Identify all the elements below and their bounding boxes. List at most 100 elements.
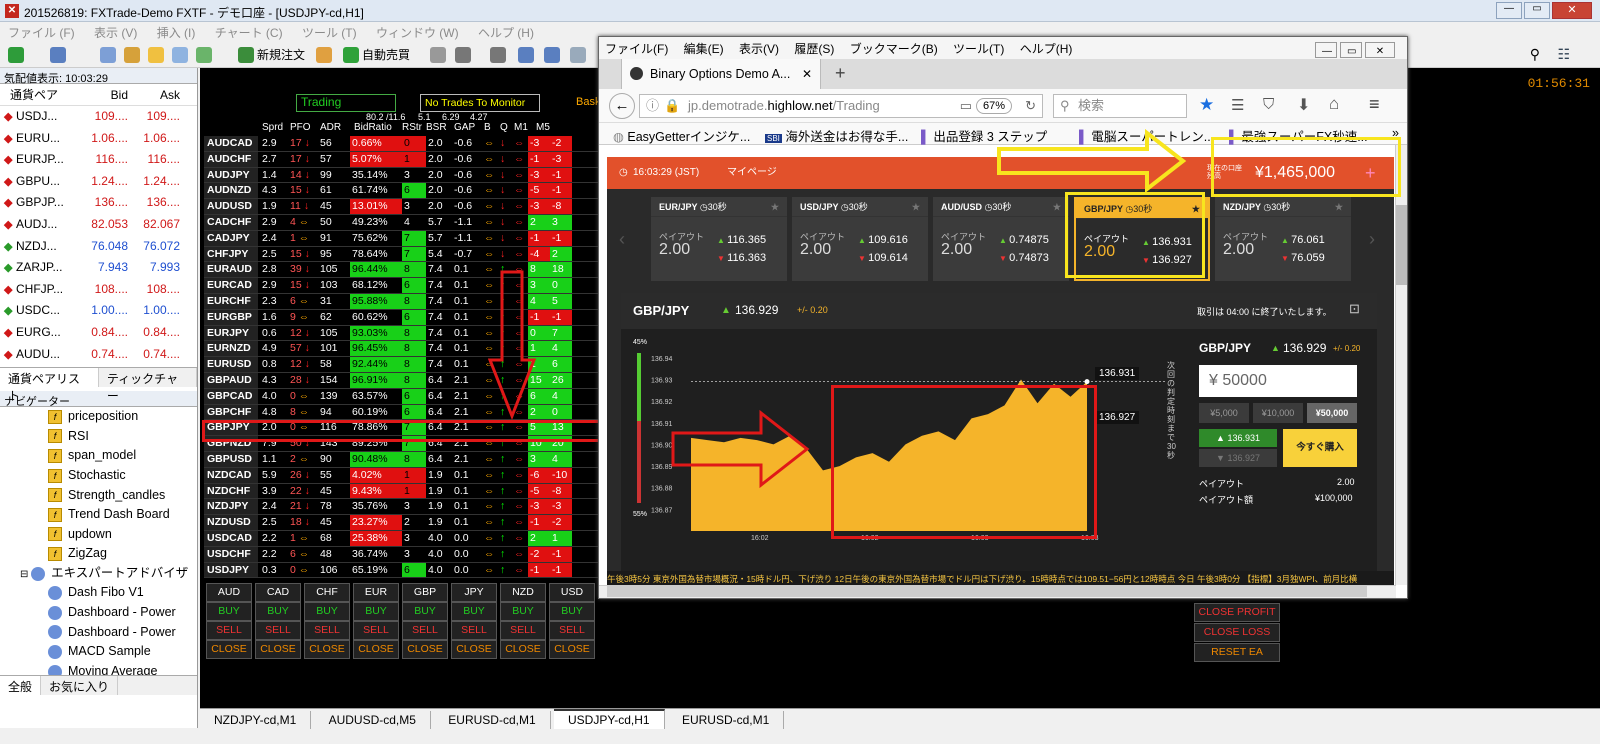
currency-button[interactable]: USD xyxy=(549,583,595,602)
pair-cell[interactable]: CADJPY xyxy=(204,230,258,246)
search-icon[interactable]: ⚲ xyxy=(1530,46,1540,63)
sell-button[interactable]: SELL xyxy=(451,621,497,640)
zoom-level[interactable]: 67% xyxy=(975,98,1012,114)
sell-button[interactable]: SELL xyxy=(206,621,252,640)
menu-help[interactable]: ヘルプ (H) xyxy=(470,22,542,43)
pocket-icon[interactable]: ⛉ xyxy=(1263,96,1274,113)
pair-cell[interactable]: EURAUD xyxy=(204,262,258,278)
pair-cell[interactable]: AUDCHF xyxy=(204,151,258,167)
buy-button[interactable]: BUY xyxy=(353,602,399,621)
pair-cell[interactable]: NZDCAD xyxy=(204,467,258,483)
pair-cell[interactable]: EURCHF xyxy=(204,293,258,309)
pair-card[interactable]: AUD/USD ◷30秒 ★ ペイアウト 2.00 ▲ 0.74875 ▼ 0.7… xyxy=(933,197,1069,281)
watch-row[interactable]: ◆ EURG... 0.84.... 0.84.... xyxy=(0,322,197,344)
pair-cell[interactable]: GBPCAD xyxy=(204,388,258,404)
ff-menu-history[interactable]: 履歴(S) xyxy=(788,37,840,60)
pair-cell[interactable]: AUDUSD xyxy=(204,199,258,214)
menu-insert[interactable]: 挿入 (I) xyxy=(149,22,204,43)
watch-row[interactable]: ◆ USDJ... 109.... 109.... xyxy=(0,106,197,128)
ff-menu-tools[interactable]: ツール(T) xyxy=(947,37,1010,60)
hamburger-menu-icon[interactable]: ≡ xyxy=(1369,94,1380,115)
pair-cell[interactable]: USDCAD xyxy=(204,530,258,546)
ff-minimize-icon[interactable]: — xyxy=(1315,42,1337,58)
menu-tools[interactable]: ツール (T) xyxy=(294,22,365,43)
buy-button[interactable]: BUY xyxy=(206,602,252,621)
sell-button[interactable]: SELL xyxy=(353,621,399,640)
pair-cell[interactable]: GBPUSD xyxy=(204,451,258,467)
browser-tab[interactable]: Binary Options Demo A... ✕ xyxy=(621,59,821,89)
favorite-star-icon[interactable]: ★ xyxy=(912,197,920,217)
watch-row[interactable]: ◆ AUDU... 0.74.... 0.74.... xyxy=(0,344,197,366)
pair-cell[interactable]: EURJPY xyxy=(204,325,258,341)
tab-tick-chart[interactable]: ティックチャー xyxy=(99,368,197,403)
pair-cell[interactable]: EURCAD xyxy=(204,278,258,293)
currency-button[interactable]: NZD xyxy=(500,583,546,602)
navigator-indicator[interactable]: f RSI xyxy=(20,427,197,447)
pair-cell[interactable]: GBPCHF xyxy=(204,404,258,420)
new-order-button[interactable]: 新規注文 xyxy=(257,45,305,65)
next-cards-icon[interactable]: › xyxy=(1369,229,1375,250)
watch-row[interactable]: ◆ GBPU... 1.24.... 1.24.... xyxy=(0,171,197,193)
ff-menu-file[interactable]: ファイル(F) xyxy=(599,37,674,60)
close-profit-button[interactable]: CLOSE PROFIT xyxy=(1194,603,1280,622)
tab-general[interactable]: 全般 xyxy=(0,676,42,696)
col-ask[interactable]: Ask xyxy=(128,84,180,105)
ff-menu-edit[interactable]: 編集(E) xyxy=(678,37,730,60)
watch-row[interactable]: ◆ EURJP... 116.... 116.... xyxy=(0,149,197,171)
menu-chart[interactable]: チャート (C) xyxy=(207,22,291,43)
sell-button[interactable]: SELL xyxy=(549,621,595,640)
close-button[interactable]: CLOSE xyxy=(255,640,301,659)
fullscreen-icon[interactable]: ⊡ xyxy=(1349,301,1360,317)
close-button[interactable]: CLOSE xyxy=(500,640,546,659)
data-window-icon[interactable] xyxy=(124,47,140,63)
col-bid[interactable]: Bid xyxy=(70,84,128,105)
tab-close-icon[interactable]: ✕ xyxy=(802,59,812,89)
tab-favorites[interactable]: お気に入り xyxy=(41,676,119,696)
auto-trade-button[interactable]: 自動売買 xyxy=(362,45,410,65)
chart-tab[interactable]: EURUSD-cd,M1 xyxy=(668,711,785,729)
buy-button[interactable]: BUY xyxy=(255,602,301,621)
buy-button[interactable]: BUY xyxy=(402,602,448,621)
community-icon[interactable]: ☷ xyxy=(1557,46,1570,63)
mypage-link[interactable]: マイページ xyxy=(727,157,777,189)
watch-row[interactable]: ◆ AUDJ... 82.053 82.067 xyxy=(0,214,197,236)
pair-cell[interactable]: USDCHF xyxy=(204,546,258,562)
low-button[interactable]: ▼ 136.927 xyxy=(1199,449,1277,467)
currency-button[interactable]: CAD xyxy=(255,583,301,602)
prev-cards-icon[interactable]: ‹ xyxy=(619,229,625,250)
navigator-indicator[interactable]: f Trend Dash Board xyxy=(20,505,197,525)
bookmark-item[interactable]: SBI 海外送金はお得な手... xyxy=(765,126,908,145)
sell-button[interactable]: SELL xyxy=(500,621,546,640)
watch-row[interactable]: ◆ ZARJP... 7.943 7.993 xyxy=(0,257,197,279)
pair-cell[interactable]: AUDJPY xyxy=(204,167,258,183)
chart-tab[interactable]: AUDUSD-cd,M5 xyxy=(315,711,431,729)
col-pair[interactable]: 通貨ペア xyxy=(0,84,70,105)
watch-row[interactable]: ◆ EURU... 1.06.... 1.06.... xyxy=(0,128,197,150)
navigator-expert[interactable]: Dashboard - Power xyxy=(20,603,197,623)
new-chart-icon[interactable] xyxy=(8,47,24,63)
new-tab-icon[interactable]: + xyxy=(835,63,846,84)
watch-row[interactable]: ◆ CHFJP... 108.... 108.... xyxy=(0,279,197,301)
preset-10000[interactable]: ¥10,000 xyxy=(1253,403,1303,423)
ff-menu-help[interactable]: ヘルプ(H) xyxy=(1014,37,1079,60)
close-loss-button[interactable]: CLOSE LOSS xyxy=(1194,623,1280,642)
collapse-icon[interactable]: ⊟ xyxy=(20,569,31,580)
favorite-star-icon[interactable]: ★ xyxy=(1053,197,1061,217)
navigator-ea-folder[interactable]: ⊟ エキスパートアドバイザ xyxy=(20,564,197,584)
ff-maximize-icon[interactable]: ▭ xyxy=(1340,42,1362,58)
menu-view[interactable]: 表示 (V) xyxy=(86,22,145,43)
currency-button[interactable]: GBP xyxy=(402,583,448,602)
buy-button[interactable]: BUY xyxy=(304,602,350,621)
pair-cell[interactable]: AUDNZD xyxy=(204,183,258,199)
maximize-icon[interactable]: ▭ xyxy=(1524,2,1550,19)
favorite-star-icon[interactable]: ★ xyxy=(771,197,779,217)
download-icon[interactable]: ⬇ xyxy=(1297,95,1310,115)
buy-button[interactable]: BUY xyxy=(549,602,595,621)
reload-icon[interactable]: ↻ xyxy=(1025,95,1036,117)
navigator-expert[interactable]: Dash Fibo V1 xyxy=(20,583,197,603)
url-bar[interactable]: ⓘ 🔒 jp.demotrade.highlow.net/Trading ▭ 6… xyxy=(639,94,1043,118)
reader-icon[interactable]: ▭ xyxy=(960,95,972,117)
menu-file[interactable]: ファイル (F) xyxy=(0,22,83,43)
watch-row[interactable]: ◆ USDC... 1.00.... 1.00.... xyxy=(0,300,197,322)
pair-cell[interactable]: EURGBP xyxy=(204,309,258,325)
